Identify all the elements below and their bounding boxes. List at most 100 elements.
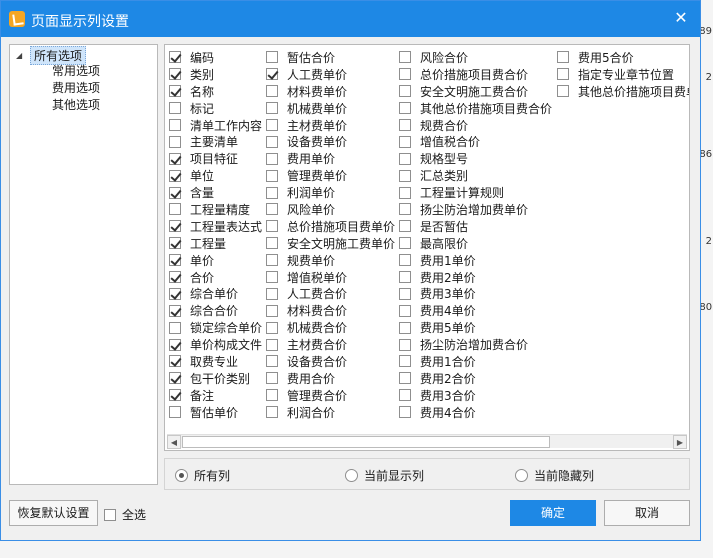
column-option-item[interactable]: 含量: [169, 184, 262, 201]
column-option-item[interactable]: 费用1单价: [399, 252, 552, 269]
column-option-item[interactable]: 标记: [169, 100, 262, 117]
column-option-item[interactable]: 其他总价措施项目费合价: [399, 100, 552, 117]
column-option-item[interactable]: 扬尘防治增加费合价: [399, 336, 552, 353]
column-option-item[interactable]: 利润合价: [266, 404, 395, 421]
column-option-item[interactable]: 规费合价: [399, 117, 552, 134]
column-option-item[interactable]: 费用5合价: [557, 49, 689, 66]
checkbox-unchecked-icon[interactable]: [169, 135, 181, 148]
checkbox-unchecked-icon[interactable]: [399, 372, 411, 385]
checkbox-unchecked-icon[interactable]: [169, 203, 181, 216]
column-option-item[interactable]: 增值税单价: [266, 269, 395, 286]
checkbox-unchecked-icon[interactable]: [169, 321, 181, 334]
scroll-left-icon[interactable]: ◀: [167, 435, 181, 449]
column-option-item[interactable]: 费用1合价: [399, 353, 552, 370]
checkbox-unchecked-icon[interactable]: [266, 169, 278, 182]
column-option-item[interactable]: 人工费合价: [266, 285, 395, 302]
checkbox-unchecked-icon[interactable]: [266, 304, 278, 317]
column-option-item[interactable]: 材料费单价: [266, 83, 395, 100]
column-option-item[interactable]: 名称: [169, 83, 262, 100]
column-option-item[interactable]: 费用3单价: [399, 285, 552, 302]
column-option-item[interactable]: 暂估单价: [169, 404, 262, 421]
column-option-item[interactable]: 机械费单价: [266, 100, 395, 117]
column-option-item[interactable]: 规格型号: [399, 150, 552, 167]
checkbox-unchecked-icon[interactable]: [266, 389, 278, 402]
column-option-item[interactable]: 备注: [169, 387, 262, 404]
column-option-item[interactable]: 总价措施项目费单价: [266, 218, 395, 235]
checkbox-checked-icon[interactable]: [169, 169, 181, 182]
checkbox-unchecked-icon[interactable]: [399, 85, 411, 98]
checkbox-unchecked-icon[interactable]: [266, 237, 278, 250]
scroll-right-icon[interactable]: ▶: [673, 435, 687, 449]
checkbox-unchecked-icon[interactable]: [399, 321, 411, 334]
checkbox-checked-icon[interactable]: [169, 186, 181, 199]
column-option-item[interactable]: 费用2单价: [399, 269, 552, 286]
checkbox-checked-icon[interactable]: [169, 220, 181, 233]
column-option-item[interactable]: 合价: [169, 269, 262, 286]
checkbox-checked-icon[interactable]: [169, 372, 181, 385]
column-option-item[interactable]: 机械费合价: [266, 319, 395, 336]
column-option-item[interactable]: 包干价类别: [169, 370, 262, 387]
checkbox-unchecked-icon[interactable]: [266, 135, 278, 148]
checkbox-unchecked-icon[interactable]: [399, 271, 411, 284]
checkbox-unchecked-icon[interactable]: [266, 85, 278, 98]
column-option-item[interactable]: 主材费合价: [266, 336, 395, 353]
checkbox-checked-icon[interactable]: [169, 68, 181, 81]
column-option-item[interactable]: 管理费合价: [266, 387, 395, 404]
checkbox-unchecked-icon[interactable]: [399, 102, 411, 115]
column-option-item[interactable]: 锁定综合单价: [169, 319, 262, 336]
checkbox-unchecked-icon[interactable]: [266, 102, 278, 115]
column-option-item[interactable]: 编码: [169, 49, 262, 66]
column-option-item[interactable]: 取费专业: [169, 353, 262, 370]
column-option-item[interactable]: 管理费单价: [266, 167, 395, 184]
column-option-item[interactable]: 单位: [169, 167, 262, 184]
checkbox-unchecked-icon[interactable]: [399, 152, 411, 165]
checkbox-unchecked-icon[interactable]: [266, 287, 278, 300]
checkbox-unchecked-icon[interactable]: [266, 186, 278, 199]
checkbox-unchecked-icon[interactable]: [399, 186, 411, 199]
column-option-item[interactable]: 指定专业章节位置: [557, 66, 689, 83]
radio-hidden-columns[interactable]: 当前隐藏列: [515, 467, 594, 484]
checkbox-unchecked-icon[interactable]: [399, 406, 411, 419]
checkbox-unchecked-icon[interactable]: [399, 51, 411, 64]
tree-item-common[interactable]: 常用选项: [52, 63, 100, 79]
column-option-item[interactable]: 综合单价: [169, 285, 262, 302]
column-option-item[interactable]: 费用4合价: [399, 404, 552, 421]
checkbox-unchecked-icon[interactable]: [266, 338, 278, 351]
column-option-item[interactable]: 设备费合价: [266, 353, 395, 370]
checkbox-unchecked-icon[interactable]: [266, 406, 278, 419]
column-option-item[interactable]: 工程量计算规则: [399, 184, 552, 201]
tree-item-cost[interactable]: 费用选项: [52, 80, 100, 96]
column-option-item[interactable]: 单价: [169, 252, 262, 269]
column-option-item[interactable]: 利润单价: [266, 184, 395, 201]
tree-item-other[interactable]: 其他选项: [52, 97, 100, 113]
checkbox-unchecked-icon[interactable]: [169, 102, 181, 115]
checkbox-unchecked-icon[interactable]: [266, 254, 278, 267]
checkbox-unchecked-icon[interactable]: [399, 254, 411, 267]
column-option-item[interactable]: 主要清单: [169, 133, 262, 150]
column-option-item[interactable]: 工程量: [169, 235, 262, 252]
column-option-item[interactable]: 增值税合价: [399, 133, 552, 150]
column-option-item[interactable]: 其他总价措施项目费单: [557, 83, 689, 100]
checkbox-unchecked-icon[interactable]: [266, 321, 278, 334]
column-option-item[interactable]: 类别: [169, 66, 262, 83]
ok-button[interactable]: 确定: [510, 500, 596, 526]
column-option-item[interactable]: 风险合价: [399, 49, 552, 66]
radio-visible-columns[interactable]: 当前显示列: [345, 467, 424, 484]
checkbox-unchecked-icon[interactable]: [266, 355, 278, 368]
select-all-checkbox[interactable]: 全选: [104, 506, 146, 523]
checkbox-unchecked-icon[interactable]: [399, 169, 411, 182]
checkbox-checked-icon[interactable]: [169, 152, 181, 165]
column-option-item[interactable]: 总价措施项目费合价: [399, 66, 552, 83]
column-option-item[interactable]: 清单工作内容: [169, 117, 262, 134]
checkbox-unchecked-icon[interactable]: [266, 152, 278, 165]
checkbox-unchecked-icon[interactable]: [266, 220, 278, 233]
column-option-item[interactable]: 单价构成文件: [169, 336, 262, 353]
dialog-titlebar[interactable]: 页面显示列设置 ✕: [1, 1, 700, 37]
checkbox-checked-icon[interactable]: [266, 68, 278, 81]
checkbox-checked-icon[interactable]: [169, 237, 181, 250]
close-button[interactable]: ✕: [672, 9, 690, 27]
column-option-item[interactable]: 费用5单价: [399, 319, 552, 336]
column-option-item[interactable]: 风险单价: [266, 201, 395, 218]
checkbox-unchecked-icon[interactable]: [266, 119, 278, 131]
checkbox-unchecked-icon[interactable]: [266, 203, 278, 216]
